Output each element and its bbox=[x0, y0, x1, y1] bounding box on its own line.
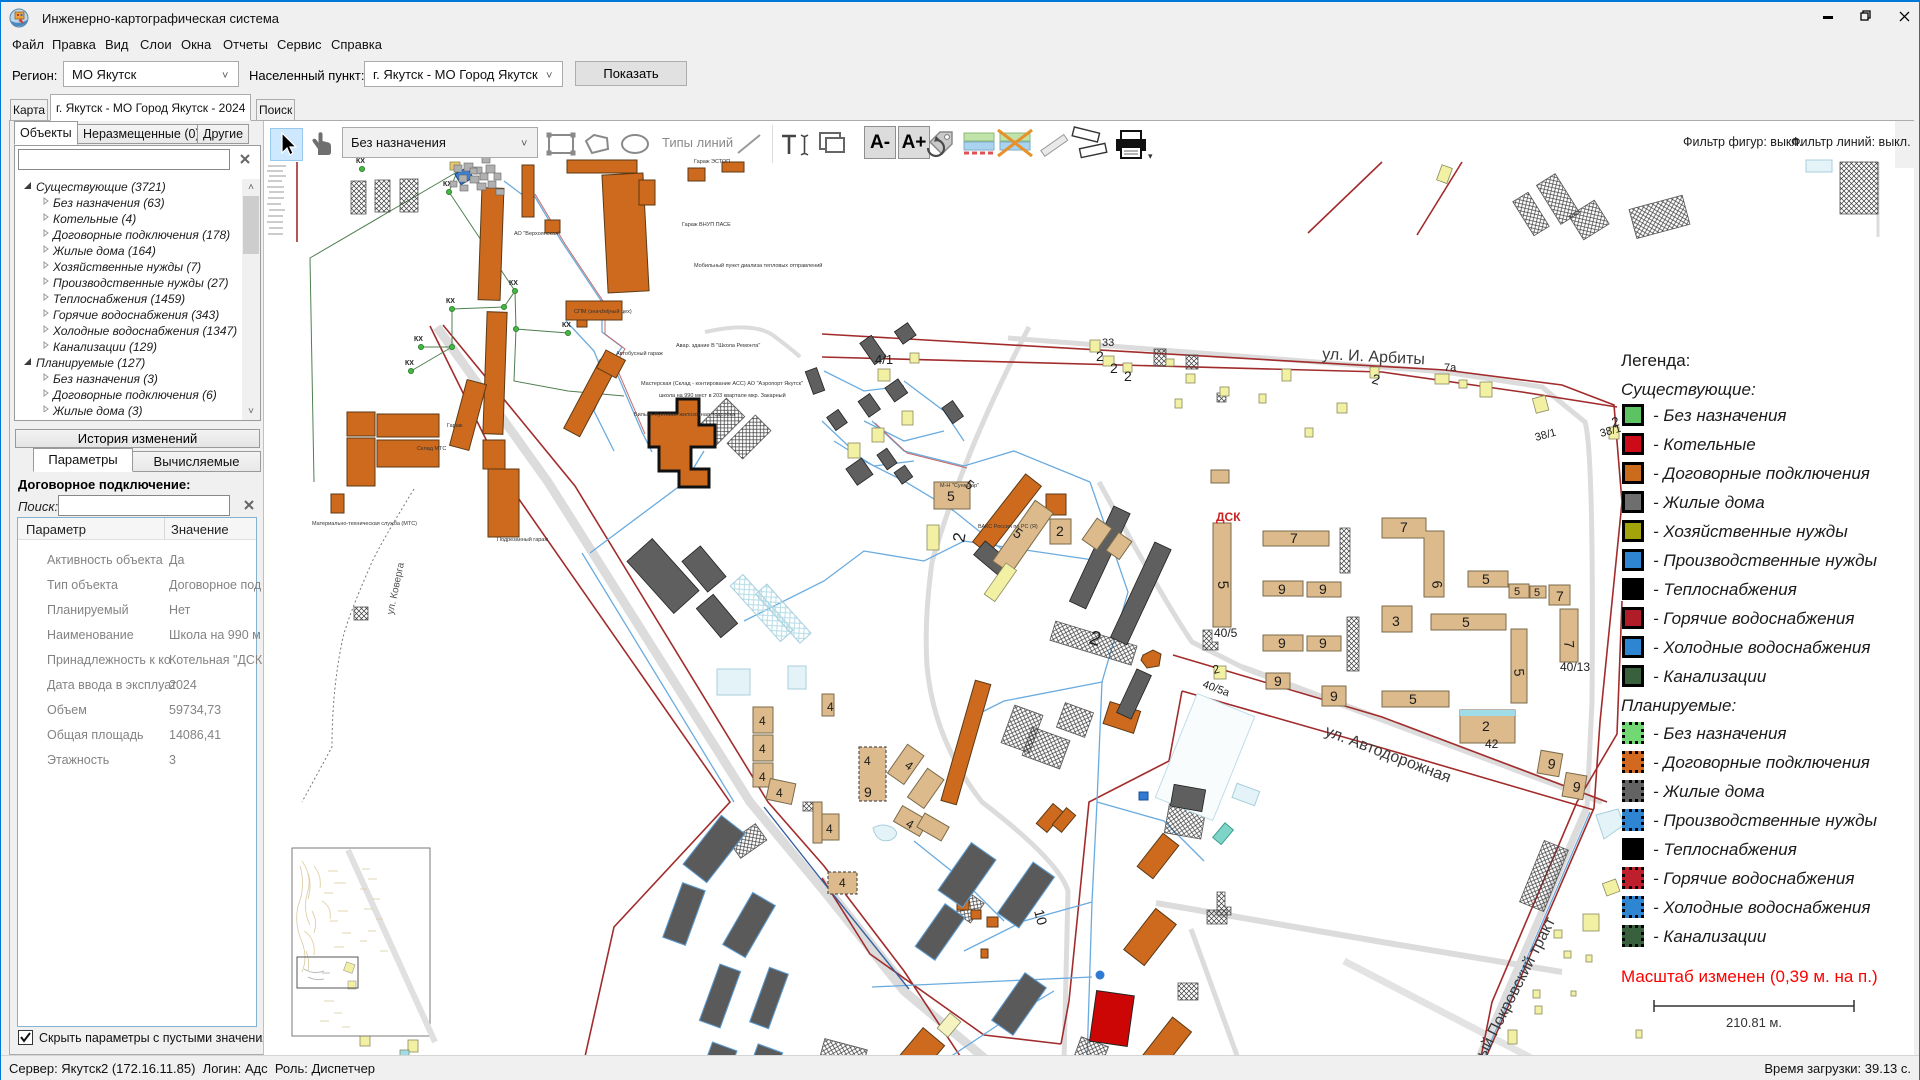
svg-text:5: 5 bbox=[1482, 571, 1490, 587]
svg-text:42: 42 bbox=[1485, 737, 1499, 751]
svg-text:КХ: КХ bbox=[562, 322, 571, 329]
svg-text:4: 4 bbox=[839, 876, 846, 890]
svg-text:9: 9 bbox=[1278, 635, 1286, 651]
svg-text:5: 5 bbox=[1511, 668, 1528, 677]
svg-text:5: 5 bbox=[1514, 586, 1520, 598]
svg-text:4: 4 bbox=[759, 714, 766, 728]
svg-text:7: 7 bbox=[1400, 519, 1408, 535]
svg-text:Мастерская (Склад - контирован: Мастерская (Склад - контирование АСС) АО… bbox=[641, 381, 803, 387]
svg-text:ВАКС Россия по РС (Я): ВАКС Россия по РС (Я) bbox=[978, 524, 1038, 530]
svg-text:КХ: КХ bbox=[405, 360, 414, 367]
svg-text:2: 2 bbox=[1056, 523, 1064, 539]
svg-text:КХ: КХ bbox=[509, 280, 518, 287]
svg-text:9: 9 bbox=[1278, 581, 1286, 597]
svg-text:2: 2 bbox=[1110, 360, 1118, 376]
svg-text:5: 5 bbox=[1462, 614, 1470, 630]
svg-text:4: 4 bbox=[759, 770, 766, 784]
svg-text:Бильяр-Кустовая жилозонная под: Бильяр-Кустовая жилозонная подсобка bbox=[634, 412, 736, 418]
svg-text:5: 5 bbox=[1214, 580, 1231, 589]
svg-text:4: 4 bbox=[826, 822, 833, 836]
svg-text:КХ: КХ bbox=[356, 158, 365, 165]
svg-text:Авар. здание В "Школа Ремонта": Авар. здание В "Школа Ремонта" bbox=[676, 343, 760, 349]
svg-text:ДСК: ДСК bbox=[1216, 510, 1241, 524]
svg-text:АО "Верхоянская": АО "Верхоянская" bbox=[514, 231, 560, 237]
svg-text:5: 5 bbox=[947, 488, 955, 504]
svg-text:Гараж ВНУП ПАСЕ: Гараж ВНУП ПАСЕ bbox=[682, 222, 731, 228]
svg-text:33: 33 bbox=[1102, 337, 1114, 349]
svg-text:КХ: КХ bbox=[446, 298, 455, 305]
svg-text:4: 4 bbox=[759, 742, 766, 756]
svg-text:5: 5 bbox=[1409, 691, 1417, 707]
svg-text:4/1: 4/1 bbox=[875, 352, 893, 367]
svg-text:КХ: КХ bbox=[414, 336, 423, 343]
svg-text:7: 7 bbox=[1556, 588, 1564, 604]
svg-text:4: 4 bbox=[864, 754, 871, 768]
svg-text:40/13: 40/13 bbox=[1560, 660, 1590, 674]
svg-text:6: 6 bbox=[1429, 580, 1446, 589]
svg-text:7а: 7а bbox=[1444, 362, 1457, 374]
svg-text:9: 9 bbox=[1274, 673, 1282, 689]
svg-text:2: 2 bbox=[1482, 718, 1490, 734]
svg-text:9: 9 bbox=[1319, 635, 1327, 651]
svg-text:7: 7 bbox=[1290, 530, 1298, 546]
svg-text:М-Н "Сунгатар": М-Н "Сунгатар" bbox=[940, 483, 979, 489]
svg-text:9: 9 bbox=[864, 784, 872, 800]
svg-text:Автобусный гараж: Автобусный гараж bbox=[616, 350, 663, 357]
svg-text:СПМ (значželjный цех): СПМ (значželjный цех) bbox=[574, 308, 632, 315]
svg-text:Мобильный пункт диализа теплов: Мобильный пункт диализа тепловых отправл… bbox=[694, 262, 822, 269]
svg-text:9: 9 bbox=[1319, 581, 1327, 597]
svg-text:Гараж: Гараж bbox=[447, 423, 463, 429]
svg-text:Подрезанный гараж: Подрезанный гараж bbox=[497, 536, 548, 543]
svg-text:Склад МТС: Склад МТС bbox=[417, 446, 446, 452]
svg-text:Гараж ЭСТОП: Гараж ЭСТОП bbox=[694, 159, 730, 165]
svg-text:школа на 990 мест в 203 кварта: школа на 990 мест в 203 квартале мкр. За… bbox=[659, 392, 786, 399]
svg-text:3: 3 bbox=[1392, 613, 1400, 629]
svg-text:Материально-техническая служба: Материально-техническая служба (МТС) bbox=[312, 521, 417, 527]
svg-text:4: 4 bbox=[827, 700, 834, 714]
svg-text:5: 5 bbox=[1534, 587, 1540, 599]
svg-text:7: 7 bbox=[1561, 640, 1578, 649]
svg-text:9: 9 bbox=[1330, 688, 1338, 704]
svg-text:4: 4 bbox=[776, 786, 783, 800]
svg-text:2: 2 bbox=[1096, 348, 1104, 364]
svg-text:2: 2 bbox=[1124, 368, 1132, 384]
svg-text:40/5: 40/5 bbox=[1214, 626, 1238, 640]
